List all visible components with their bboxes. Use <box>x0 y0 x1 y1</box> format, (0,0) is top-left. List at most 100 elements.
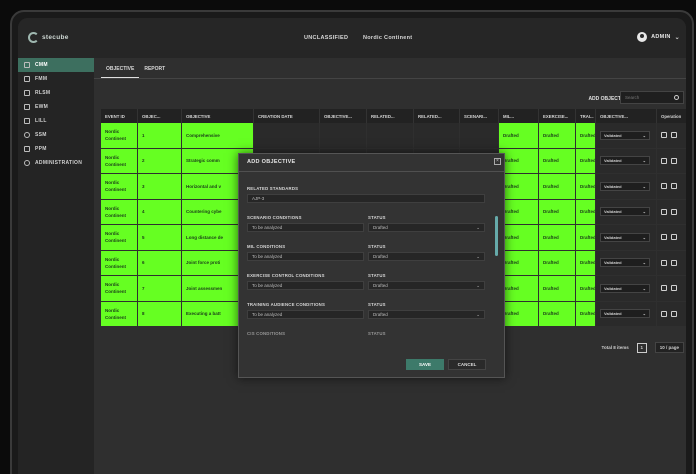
mil-status-select[interactable]: Drafted ⌄ <box>368 252 485 261</box>
page-button[interactable]: 1 <box>636 342 647 353</box>
exercise-control-conditions-label: EXERCISE CONTROL CONDITIONS <box>247 273 325 278</box>
table-cell: Drafted <box>576 148 596 174</box>
objective-status-select[interactable]: Validated ⌄ <box>600 207 650 217</box>
col-mil[interactable]: MIL... <box>499 109 539 123</box>
table-cell: Nordic Continent <box>101 276 138 302</box>
search-icon[interactable] <box>674 95 679 100</box>
search-input[interactable]: Search <box>620 91 684 104</box>
table-cell: Nordic Continent <box>101 174 138 200</box>
sidebar-item-fmm[interactable]: FMM <box>18 72 94 86</box>
trash-icon[interactable] <box>671 259 677 266</box>
objective-status-select[interactable]: Validated ⌄ <box>600 181 650 191</box>
table-cell: 4 <box>138 199 182 225</box>
table-cell <box>320 123 367 149</box>
status-cell: Validated ⌄ <box>596 301 657 327</box>
objective-status-select[interactable]: Validated ⌄ <box>600 283 650 293</box>
sidebar-item-rlsm[interactable]: RLSM <box>18 86 94 100</box>
col-creation-date[interactable]: CREATION DATE <box>254 109 320 123</box>
chevron-down-icon: ⌄ <box>642 234 646 240</box>
edit-icon[interactable] <box>661 310 667 317</box>
sidebar-item-cmm[interactable]: CMM <box>18 58 94 72</box>
user-menu[interactable]: ADMIN ⌄ <box>637 32 680 42</box>
training-audience-status-select[interactable]: Drafted ⌄ <box>368 310 485 319</box>
trash-icon[interactable] <box>671 132 677 139</box>
col-objective-status[interactable]: OBJECTIVE... <box>596 109 657 123</box>
fmm-icon <box>24 76 30 82</box>
field-value: To be analyzed <box>252 254 283 259</box>
sidebar-item-ssm[interactable]: SSM <box>18 128 94 142</box>
related-standards-field[interactable]: AJP-3 <box>247 194 485 203</box>
col-exercise[interactable]: EXERCISE... <box>539 109 576 123</box>
col-scenario[interactable]: SCENARI... <box>460 109 499 123</box>
mil-conditions-field[interactable]: To be analyzed <box>247 252 364 261</box>
logo-icon <box>28 32 39 43</box>
edit-icon[interactable] <box>661 183 667 190</box>
trash-icon[interactable] <box>671 234 677 241</box>
table-cell: Drafted <box>576 123 596 149</box>
select-value: Drafted <box>373 254 388 259</box>
table-row[interactable]: Nordic Continent 1 Comprehensive Drafted Dra… <box>101 123 686 149</box>
edit-icon[interactable] <box>661 157 667 164</box>
tab-report[interactable]: REPORT <box>139 61 170 78</box>
status-cell: Validated ⌄ <box>596 123 657 149</box>
table-cell: Drafted <box>576 199 596 225</box>
col-objective[interactable]: OBJECTIVE <box>182 109 254 123</box>
edit-icon[interactable] <box>661 208 667 215</box>
close-icon[interactable]: × <box>494 158 501 165</box>
sidebar-item-label: CMM <box>35 62 48 68</box>
sidebar-item-ewm[interactable]: EWM <box>18 100 94 114</box>
modal-title: ADD OBJECTIVE <box>247 159 296 165</box>
edit-icon[interactable] <box>661 132 667 139</box>
total-items: Total 8 items <box>601 345 629 350</box>
table-cell: Drafted <box>576 276 596 302</box>
page-size-select[interactable]: 10 / page <box>654 342 684 353</box>
scenario-status-select[interactable]: Drafted ⌄ <box>368 223 485 232</box>
save-button[interactable]: SAVE <box>406 359 444 370</box>
chevron-down-icon: ⌄ <box>642 158 646 164</box>
objective-status-select[interactable]: Validated ⌄ <box>600 130 650 140</box>
field-value: To be analyzed <box>252 283 283 288</box>
edit-icon[interactable] <box>661 234 667 241</box>
status-label: STATUS <box>368 244 386 249</box>
table-cell: Drafted <box>499 225 539 251</box>
tab-objective[interactable]: OBJECTIVE <box>101 61 140 78</box>
table-cell: Drafted <box>539 148 576 174</box>
select-value: Validated <box>604 183 622 189</box>
exercise-control-status-select[interactable]: Drafted ⌄ <box>368 281 485 290</box>
objective-status-select[interactable]: Validated ⌄ <box>600 156 650 166</box>
select-value: Validated <box>604 260 622 266</box>
objective-status-select[interactable]: Validated ⌄ <box>600 258 650 268</box>
col-related-2[interactable]: RELATED... <box>414 109 460 123</box>
trash-icon[interactable] <box>671 208 677 215</box>
exercise-control-conditions-field[interactable]: To be analyzed <box>247 281 364 290</box>
cancel-button[interactable]: CANCEL <box>448 359 486 370</box>
col-training[interactable]: TRAI... <box>576 109 596 123</box>
operation-cell <box>657 225 686 251</box>
trash-icon[interactable] <box>671 183 677 190</box>
sidebar-item-ppm[interactable]: PPM <box>18 142 94 156</box>
top-bar: stecube UNCLASSIFIED Nordic Continent AD… <box>18 18 686 58</box>
divider <box>94 78 686 79</box>
col-related-1[interactable]: RELATED... <box>367 109 414 123</box>
status-cell: Validated ⌄ <box>596 225 657 251</box>
trash-icon[interactable] <box>671 285 677 292</box>
col-event-id[interactable]: EVENT ID <box>101 109 138 123</box>
col-objective-type[interactable]: OBJECTIVE... <box>320 109 367 123</box>
table-cell: Comprehensive <box>182 123 254 149</box>
col-objective-id[interactable]: OBJEC... <box>138 109 182 123</box>
training-audience-conditions-field[interactable]: To be analyzed <box>247 310 364 319</box>
status-label: STATUS <box>368 215 386 220</box>
trash-icon[interactable] <box>671 310 677 317</box>
sidebar-item-lill[interactable]: LILL <box>18 114 94 128</box>
objective-status-select[interactable]: Validated ⌄ <box>600 309 650 319</box>
table-cell: Drafted <box>539 174 576 200</box>
chevron-down-icon: ⌄ <box>642 132 646 138</box>
scenario-conditions-field[interactable]: To be analyzed <box>247 223 364 232</box>
select-value: Validated <box>604 209 622 215</box>
sidebar-item-administration[interactable]: ADMINISTRATION <box>18 156 94 170</box>
modal-scrollbar[interactable] <box>495 216 498 256</box>
objective-status-select[interactable]: Validated ⌄ <box>600 232 650 242</box>
trash-icon[interactable] <box>671 157 677 164</box>
edit-icon[interactable] <box>661 259 667 266</box>
edit-icon[interactable] <box>661 285 667 292</box>
